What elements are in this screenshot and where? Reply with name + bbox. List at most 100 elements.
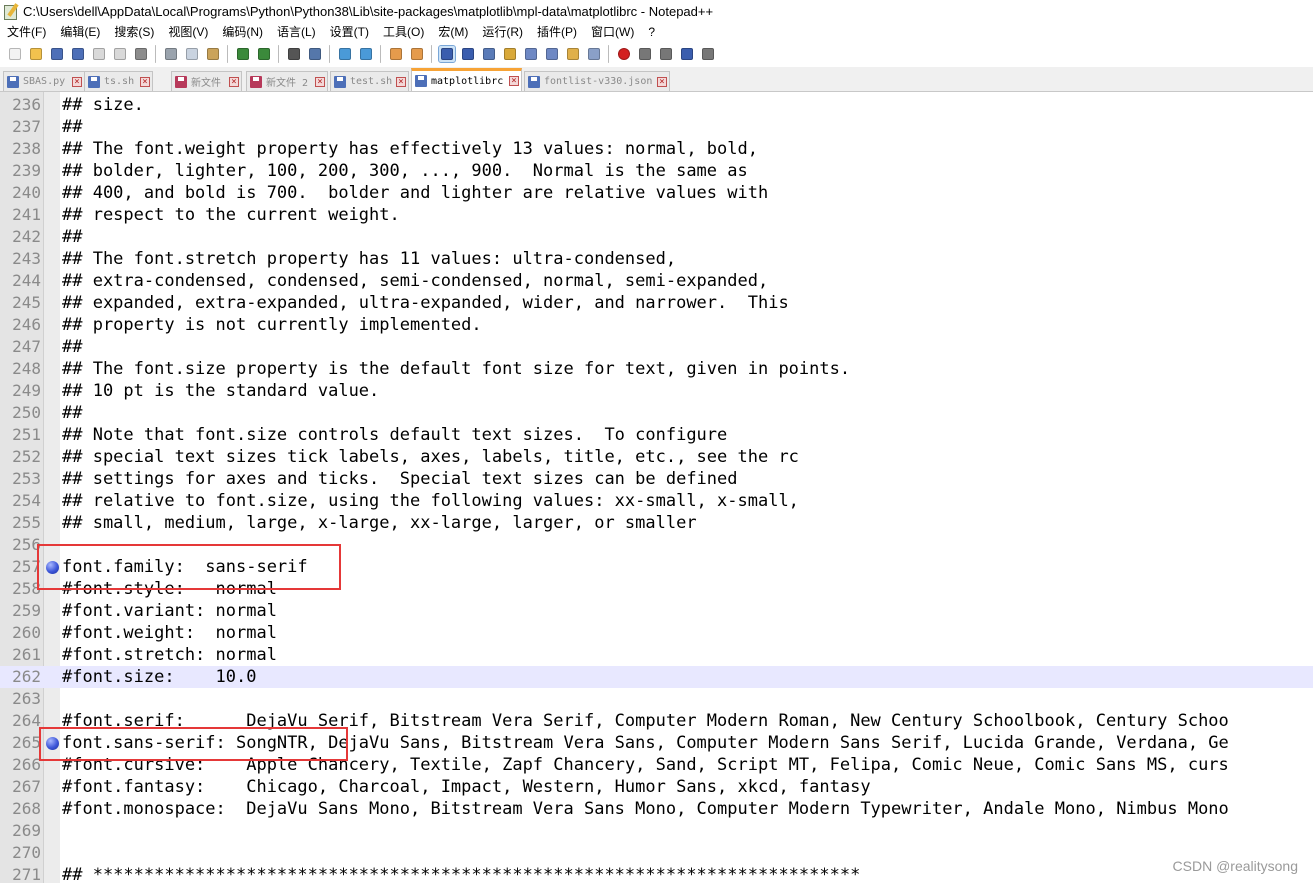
code-line[interactable]: 270 xyxy=(0,842,1313,864)
close-icon[interactable] xyxy=(91,46,107,62)
zoom-out-icon[interactable] xyxy=(358,46,374,62)
close-all-icon[interactable] xyxy=(112,46,128,62)
open-file-icon[interactable] xyxy=(28,46,44,62)
code-line[interactable]: 238 ## The font.weight property has effec… xyxy=(0,138,1313,160)
replace-icon[interactable] xyxy=(307,46,323,62)
menu-item[interactable]: 运行(R) xyxy=(475,23,530,40)
menu-item[interactable]: 宏(M) xyxy=(431,23,475,40)
code-line[interactable]: 236 ## size. xyxy=(0,94,1313,116)
code-line[interactable]: 246 ## property is not currently implemen… xyxy=(0,314,1313,336)
tab-label: fontlist-v330.json xyxy=(544,76,653,87)
tab-close-icon[interactable]: × xyxy=(657,76,667,87)
code-line[interactable]: 244 ## extra-condensed, condensed, semi-c… xyxy=(0,270,1313,292)
user-language-icon[interactable] xyxy=(502,46,518,62)
code-line[interactable]: 251 ## Note that font.size controls defau… xyxy=(0,424,1313,446)
tab-2[interactable]: 新文件 1× xyxy=(171,71,242,91)
menu-item[interactable]: 插件(P) xyxy=(530,23,584,40)
tab-6[interactable]: fontlist-v330.json × xyxy=(524,71,670,91)
play-macro-icon[interactable] xyxy=(658,46,674,62)
code-line[interactable]: 263 xyxy=(0,688,1313,710)
code-line[interactable]: 240 ## 400, and bold is 700. bolder and l… xyxy=(0,182,1313,204)
sync-horizontal-icon[interactable] xyxy=(409,46,425,62)
code-line[interactable]: 249 ## 10 pt is the standard value. xyxy=(0,380,1313,402)
code-line[interactable]: 267 #font.fantasy: Chicago, Charcoal, Imp… xyxy=(0,776,1313,798)
code-line[interactable]: 241 ## respect to the current weight. xyxy=(0,204,1313,226)
line-number: 265 xyxy=(12,733,41,752)
menu-item[interactable]: 搜索(S) xyxy=(107,23,161,40)
menu-item[interactable]: 工具(O) xyxy=(376,23,431,40)
monitoring-icon[interactable] xyxy=(586,46,602,62)
print-icon[interactable] xyxy=(133,46,149,62)
tab-0[interactable]: SBAS.py × xyxy=(3,71,85,91)
code-line[interactable]: 248 ## The font.size property is the defa… xyxy=(0,358,1313,380)
line-number: 243 xyxy=(12,249,41,268)
code-line[interactable]: 239 ## bolder, lighter, 100, 200, 300, ..… xyxy=(0,160,1313,182)
code-line[interactable]: 255 ## small, medium, large, x-large, xx-… xyxy=(0,512,1313,534)
code-line[interactable]: 254 ## relative to font.size, using the f… xyxy=(0,490,1313,512)
record-macro-icon[interactable] xyxy=(616,46,632,62)
code-line[interactable]: 262 #font.size: 10.0 xyxy=(0,666,1313,688)
sync-vertical-icon[interactable] xyxy=(388,46,404,62)
tab-close-icon[interactable]: × xyxy=(229,76,239,87)
line-number: 252 xyxy=(12,447,41,466)
tab-close-icon[interactable]: × xyxy=(315,76,325,87)
code-line[interactable]: 245 ## expanded, extra-expanded, ultra-ex… xyxy=(0,292,1313,314)
code-line[interactable]: 271 ## **********************************… xyxy=(0,864,1313,883)
tab-close-icon[interactable]: × xyxy=(72,76,82,87)
line-number: 248 xyxy=(12,359,41,378)
stop-macro-icon[interactable] xyxy=(637,46,653,62)
doc-map-icon[interactable] xyxy=(523,46,539,62)
zoom-in-icon[interactable] xyxy=(337,46,353,62)
menu-item[interactable]: 文件(F) xyxy=(0,23,53,40)
code-line[interactable]: 253 ## settings for axes and ticks. Speci… xyxy=(0,468,1313,490)
menu-bar: 文件(F) 编辑(E) 搜索(S) 视图(V) 编码(N) 语言(L) 设置(T) 工具(O)… xyxy=(0,22,1313,41)
code-line[interactable]: 252 ## special text sizes tick labels, ax… xyxy=(0,446,1313,468)
folder-workspace-icon[interactable] xyxy=(565,46,581,62)
tab-4[interactable]: test.sh × xyxy=(330,71,409,91)
find-icon[interactable] xyxy=(286,46,302,62)
code-line[interactable]: 250 ## xyxy=(0,402,1313,424)
tab-close-icon[interactable]: × xyxy=(140,76,150,87)
code-line[interactable]: 260 #font.weight: normal xyxy=(0,622,1313,644)
line-number: 236 xyxy=(12,95,41,114)
menu-item[interactable]: 语言(L) xyxy=(270,23,323,40)
code-line[interactable]: 237 ## xyxy=(0,116,1313,138)
code-line[interactable]: 247 ## xyxy=(0,336,1313,358)
tab-1[interactable]: ts.sh × xyxy=(84,71,153,91)
editor[interactable]: 236 ## size. 237 ## 238 ## The font.weight pr… xyxy=(0,92,1313,883)
code-line[interactable]: 243 ## The font.stretch property has 11 v… xyxy=(0,248,1313,270)
save-icon[interactable] xyxy=(49,46,65,62)
annotation-box-font-family xyxy=(37,544,341,590)
indent-guide-icon[interactable] xyxy=(481,46,497,62)
line-text: #font.weight: normal xyxy=(62,623,277,643)
word-wrap-icon[interactable] xyxy=(437,45,456,63)
tab-3[interactable]: 新文件 2 × xyxy=(246,71,328,91)
menu-item[interactable]: 视图(V) xyxy=(161,23,215,40)
line-text: ## settings for axes and ticks. Special … xyxy=(62,469,738,489)
code-line[interactable]: 269 xyxy=(0,820,1313,842)
tab-close-icon[interactable]: × xyxy=(509,76,519,86)
menu-item[interactable]: 编辑(E) xyxy=(53,23,107,40)
code-line[interactable]: 259 #font.variant: normal xyxy=(0,600,1313,622)
save-macro-icon[interactable] xyxy=(700,46,716,62)
new-file-icon[interactable] xyxy=(7,46,23,62)
menu-item[interactable]: ? xyxy=(641,25,662,39)
tab-5[interactable]: matplotlibrc × xyxy=(411,68,522,91)
save-all-icon[interactable] xyxy=(70,46,86,62)
undo-icon[interactable] xyxy=(235,46,251,62)
code-line[interactable]: 261 #font.stretch: normal xyxy=(0,644,1313,666)
redo-icon[interactable] xyxy=(256,46,272,62)
tab-close-icon[interactable]: × xyxy=(396,76,406,87)
menu-item[interactable]: 窗口(W) xyxy=(584,23,641,40)
show-all-chars-icon[interactable] xyxy=(460,46,476,62)
menu-item[interactable]: 设置(T) xyxy=(323,23,376,40)
paste-icon[interactable] xyxy=(205,46,221,62)
cut-icon[interactable] xyxy=(163,46,179,62)
run-macro-multiple-icon[interactable] xyxy=(679,46,695,62)
code-line[interactable]: 268 #font.monospace: DejaVu Sans Mono, Bi… xyxy=(0,798,1313,820)
copy-icon[interactable] xyxy=(184,46,200,62)
function-list-icon[interactable] xyxy=(544,46,560,62)
code-line[interactable]: 242 ## xyxy=(0,226,1313,248)
line-number: 237 xyxy=(12,117,41,136)
menu-item[interactable]: 编码(N) xyxy=(215,23,270,40)
